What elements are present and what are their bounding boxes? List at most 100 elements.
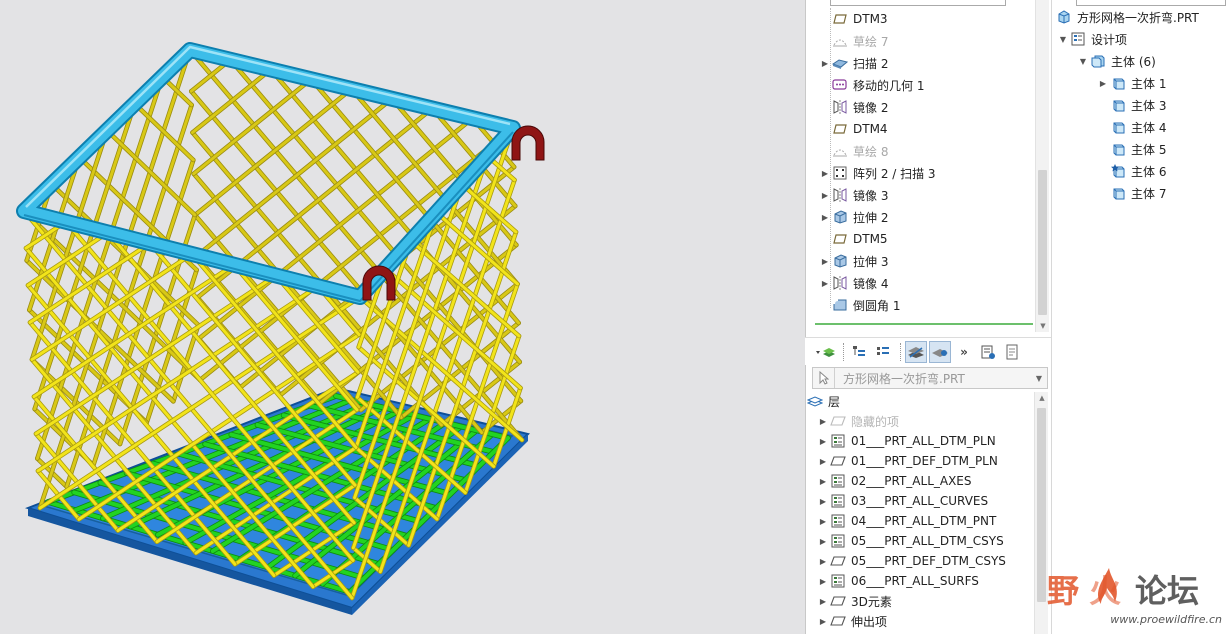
layer-properties-toggle-icon[interactable] — [929, 340, 951, 363]
layer-item[interactable]: ▶ 06___PRT_ALL_SURFS — [818, 570, 979, 592]
body-icon — [1110, 97, 1126, 113]
model-tree-item[interactable]: ▶ 拉伸 3 — [820, 250, 888, 272]
model-tree-item-label: DTM3 — [853, 12, 888, 26]
model-tree-item[interactable]: ▶ 镜像 3 — [820, 184, 888, 206]
model-tree-scrollbar[interactable]: ▼ — [1035, 0, 1049, 332]
expand-arrow-icon[interactable]: ▶ — [818, 457, 828, 466]
body-node[interactable]: 主体 4 — [1098, 116, 1166, 138]
layer-tree-root-label: 层 — [828, 394, 841, 409]
svg-text:论坛: 论坛 — [1135, 572, 1199, 610]
layer-item[interactable]: ▶ 3D元素 — [818, 590, 892, 612]
layer-icon — [830, 513, 846, 529]
show-layers-toggle-icon[interactable] — [905, 340, 927, 363]
chevron-down-icon[interactable]: ▼ — [1031, 374, 1047, 383]
model-tree-item[interactable]: ▶ 镜像 4 — [820, 272, 888, 294]
model-tree-item[interactable]: 草绘 8 — [820, 140, 888, 162]
model-tree-item[interactable]: DTM5 — [820, 228, 888, 250]
layer-item[interactable]: ▶ 01___PRT_DEF_DTM_PLN — [818, 450, 998, 472]
expand-arrow-icon[interactable]: ▶ — [818, 577, 828, 586]
expand-arrow-icon[interactable]: ▶ — [818, 437, 828, 446]
expand-arrow-icon[interactable]: ▶ — [820, 191, 830, 200]
body-node[interactable]: ▶ 主体 1 — [1098, 72, 1167, 94]
model-tree-item[interactable]: DTM3 — [820, 8, 888, 30]
body-node[interactable]: 主体 7 — [1098, 182, 1166, 204]
model-tree-item[interactable]: 倒圆角 1 — [820, 294, 900, 316]
tree-filter-icon[interactable] — [848, 341, 870, 363]
expand-arrow-icon[interactable]: ▶ — [1098, 79, 1108, 88]
layers-dropdown-button[interactable] — [815, 341, 837, 363]
expand-arrow-icon[interactable]: ▶ — [820, 279, 830, 288]
layer-settings-icon[interactable] — [977, 341, 999, 363]
layer-icon — [830, 533, 846, 549]
insert-here-indicator[interactable] — [815, 323, 1033, 325]
mirror-icon — [832, 187, 848, 203]
body-icon — [1110, 185, 1126, 201]
expand-arrow-icon[interactable]: ▶ — [818, 477, 828, 486]
model-3d-scene[interactable] — [0, 0, 805, 634]
model-tree-item-label: 镜像 4 — [853, 276, 889, 291]
model-tree-item[interactable]: ▶ 阵列 2 / 扫描 3 — [820, 162, 936, 184]
hook-right — [511, 125, 545, 161]
layer-item-label: 04___PRT_ALL_DTM_PNT — [851, 514, 997, 528]
layer-item[interactable]: ▶ 隐藏的项 — [818, 410, 899, 432]
layer-item[interactable]: ▶ 02___PRT_ALL_AXES — [818, 470, 972, 492]
expand-arrow-icon[interactable]: ▶ — [818, 597, 828, 606]
layer-tree-root[interactable]: 层 — [805, 390, 840, 412]
layers-root-icon — [807, 393, 823, 409]
expand-arrow-icon[interactable]: ▶ — [820, 59, 830, 68]
collapse-arrow-icon[interactable]: ▼ — [1058, 35, 1068, 44]
scroll-down-arrow-icon[interactable]: ▼ — [1036, 320, 1050, 332]
expand-arrow-icon[interactable]: ▶ — [820, 213, 830, 222]
layer-info-icon[interactable] — [1001, 341, 1023, 363]
body-icon — [1110, 75, 1126, 91]
part-root-label: 方形网格一次折弯.PRT — [1077, 10, 1199, 25]
layer-item-label: 伸出项 — [851, 614, 888, 629]
expand-arrow-icon[interactable]: ▶ — [820, 169, 830, 178]
body-node[interactable]: 主体 5 — [1098, 138, 1166, 160]
active-model-select[interactable]: 方形网格一次折弯.PRT ▼ — [812, 367, 1048, 389]
expand-arrow-icon[interactable]: ▶ — [818, 617, 828, 626]
body-node[interactable]: 主体 6 — [1098, 160, 1166, 182]
layer-item-label: 隐藏的项 — [851, 414, 900, 429]
scroll-up-arrow-icon[interactable]: ▲ — [1035, 392, 1049, 404]
layer-item-label: 05___PRT_ALL_DTM_CSYS — [851, 534, 1004, 548]
expand-arrow-icon[interactable]: ▶ — [820, 257, 830, 266]
layer-item[interactable]: ▶ 05___PRT_DEF_DTM_CSYS — [818, 550, 1006, 572]
model-tree-scroll-thumb[interactable] — [1038, 170, 1047, 315]
design-items-icon — [1070, 31, 1086, 47]
part-icon — [1056, 9, 1072, 25]
layer-item[interactable]: ▶ 04___PRT_ALL_DTM_PNT — [818, 510, 996, 532]
design-items-node-label: 设计项 — [1091, 32, 1128, 47]
model-tree-search-stub[interactable] — [830, 0, 1006, 6]
layer-item[interactable]: ▶ 伸出项 — [818, 610, 887, 632]
pattern-icon — [832, 165, 848, 181]
model-tree-item-label: 镜像 2 — [853, 100, 889, 115]
model-tree-item[interactable]: DTM4 — [820, 118, 888, 140]
expand-arrow-icon[interactable]: ▶ — [818, 497, 828, 506]
collapse-arrow-icon[interactable]: ▼ — [1078, 57, 1088, 66]
body-node[interactable]: 主体 3 — [1098, 94, 1166, 116]
design-items-node[interactable]: ▼ 设计项 — [1058, 28, 1127, 50]
layer-item[interactable]: ▶ 01___PRT_ALL_DTM_PLN — [818, 430, 996, 452]
expand-arrow-icon[interactable]: ▶ — [818, 537, 828, 546]
model-tree-item[interactable]: ▶ 扫描 2 — [820, 52, 889, 74]
expand-arrow-icon[interactable]: ▶ — [818, 417, 828, 426]
bodies-group-node[interactable]: ▼ 主体 (6) — [1078, 50, 1156, 72]
layer-item[interactable]: ▶ 03___PRT_ALL_CURVES — [818, 490, 988, 512]
more-tools-icon[interactable]: » — [953, 341, 975, 363]
layer-item[interactable]: ▶ 05___PRT_ALL_DTM_CSYS — [818, 530, 1004, 552]
model-tree-item-label: DTM4 — [853, 122, 888, 136]
part-root[interactable]: 方形网格一次折弯.PRT — [1054, 6, 1199, 28]
model-tree-item[interactable]: 镜像 2 — [820, 96, 888, 118]
mirror-icon — [832, 99, 848, 115]
layer-plane-icon — [830, 593, 846, 609]
tree-columns-icon[interactable] — [872, 341, 894, 363]
model-tree-item[interactable]: ▶ 拉伸 2 — [820, 206, 888, 228]
extrude-icon — [832, 209, 848, 225]
model-tree-item[interactable]: 移动的几何 1 — [820, 74, 924, 96]
mesh-wire — [192, 77, 313, 176]
graphics-viewport[interactable] — [0, 0, 805, 634]
expand-arrow-icon[interactable]: ▶ — [818, 517, 828, 526]
model-tree-item[interactable]: 草绘 7 — [820, 30, 888, 52]
expand-arrow-icon[interactable]: ▶ — [818, 557, 828, 566]
